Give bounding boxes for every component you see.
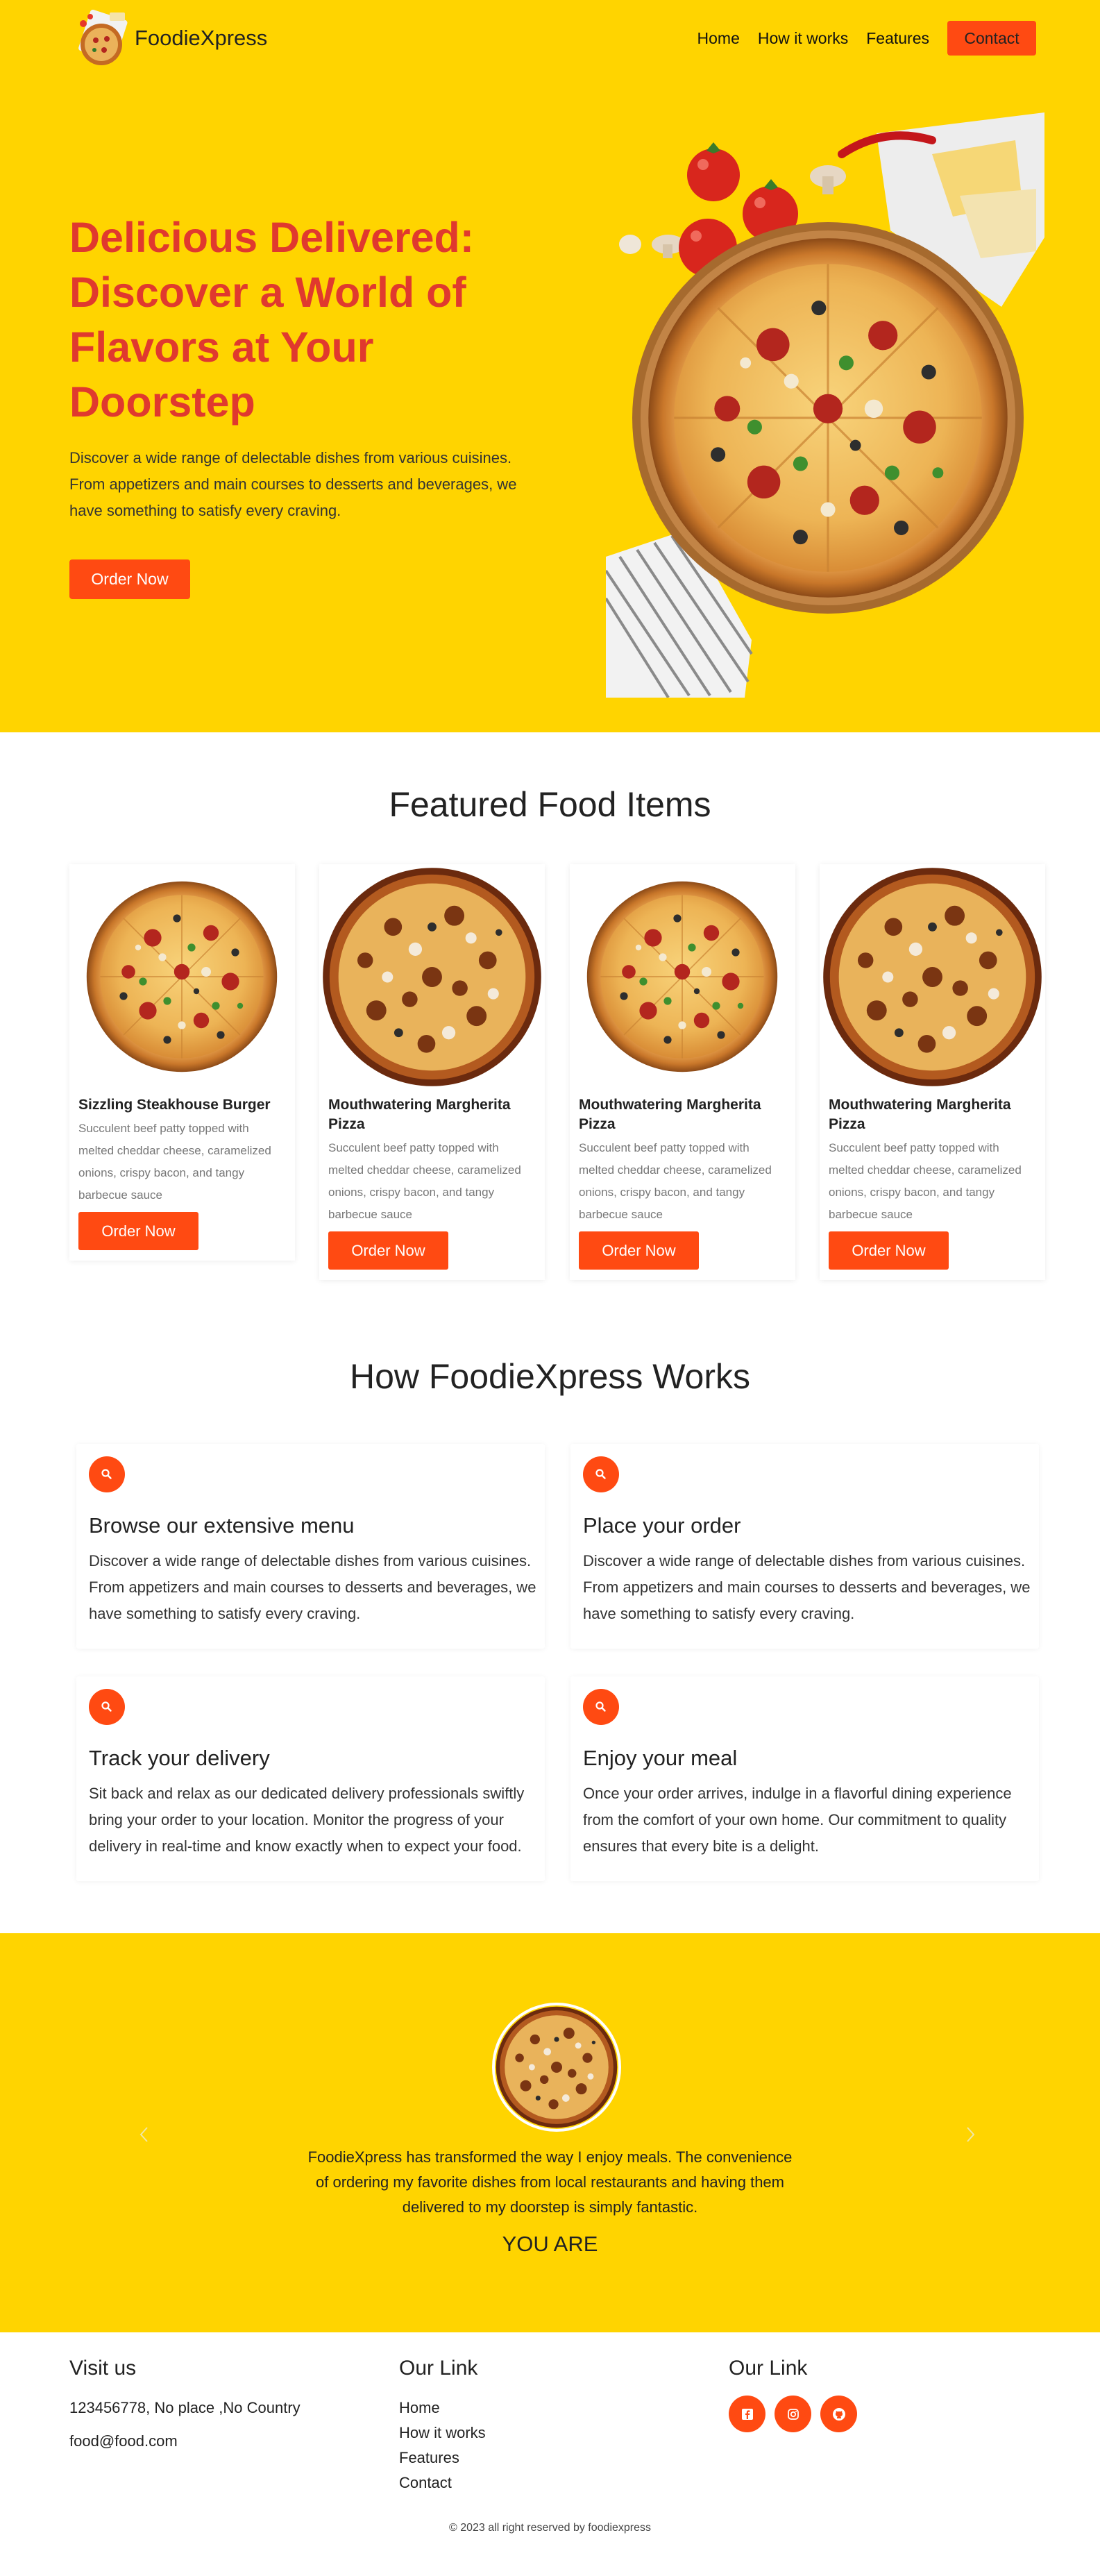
social-links — [729, 2396, 866, 2432]
food-title: Mouthwatering Margherita Pizza — [328, 1097, 511, 1132]
food-card: Sizzling Steakhouse Burger Succulent bee… — [69, 864, 295, 1261]
footer-link-features[interactable]: Features — [399, 2445, 486, 2470]
testimonial-text: FoodieXpress has transformed the way I e… — [307, 2148, 793, 2216]
food-description: Succulent beef patty topped with melted … — [328, 1141, 521, 1221]
footer-link-contact[interactable]: Contact — [399, 2470, 486, 2495]
hero-description: Discover a wide range of delectable dish… — [69, 449, 517, 519]
nav-home[interactable]: Home — [697, 29, 740, 48]
footer-links-title: Our Link — [399, 2357, 478, 2380]
how-it-works-title: How FoodieXpress Works — [349, 1357, 751, 1396]
search-icon — [89, 1456, 125, 1492]
featured-title: Featured Food Items — [389, 785, 711, 824]
food-title: Mouthwatering Margherita Pizza — [579, 1097, 761, 1132]
step-title: Enjoy your meal — [583, 1746, 738, 1770]
logo-icon — [69, 8, 133, 68]
testimonial-section: FoodieXpress has transformed the way I e… — [0, 1933, 1100, 2332]
hero-order-now-button[interactable]: Order Now — [69, 559, 190, 599]
step-title: Browse our extensive menu — [89, 1513, 355, 1538]
brand-name: FoodieXpress — [135, 26, 268, 50]
footer-social: Our Link — [729, 2357, 866, 2432]
pizza-with-ingredients-image — [604, 112, 1044, 699]
food-card: Mouthwatering Margherita Pizza Succulent… — [820, 864, 1045, 1280]
order-now-button[interactable]: Order Now — [579, 1231, 699, 1270]
brand[interactable]: FoodieXpress — [69, 8, 267, 68]
hero-title: Delicious Delivered: Discover a World of… — [69, 214, 475, 426]
carousel-prev-icon[interactable] — [130, 2121, 158, 2148]
step-title: Place your order — [583, 1513, 741, 1538]
food-image — [570, 864, 795, 1090]
food-image — [69, 864, 295, 1090]
step-description: Once your order arrives, indulge in a fl… — [583, 1785, 1012, 1855]
nav-how-it-works[interactable]: How it works — [758, 29, 848, 48]
avatar — [492, 2003, 621, 2132]
footer-visit-title: Visit us — [69, 2357, 137, 2380]
footer-links: Our Link Home How it works Features Cont… — [399, 2357, 486, 2495]
step-card-track: Track your delivery Sit back and relax a… — [76, 1676, 545, 1881]
footer-email: food@food.com — [69, 2432, 178, 2450]
nav-links: Home How it works Features Contact — [697, 21, 1036, 56]
food-title: Sizzling Steakhouse Burger — [78, 1097, 271, 1113]
search-icon — [89, 1689, 125, 1725]
github-icon[interactable] — [820, 2396, 857, 2432]
instagram-icon[interactable] — [775, 2396, 811, 2432]
food-description: Succulent beef patty topped with melted … — [829, 1141, 1022, 1221]
nav-features[interactable]: Features — [866, 29, 929, 48]
step-card-browse: Browse our extensive menu Discover a wid… — [76, 1444, 545, 1649]
step-card-enjoy: Enjoy your meal Once your order arrives,… — [570, 1676, 1039, 1881]
footer-link-how-it-works[interactable]: How it works — [399, 2421, 486, 2445]
facebook-icon[interactable] — [729, 2396, 765, 2432]
footer-address: 123456778, No place ,No Country — [69, 2399, 301, 2416]
step-description: Sit back and relax as our dedicated deli… — [89, 1785, 525, 1855]
featured-cards: Sizzling Steakhouse Burger Succulent bee… — [69, 864, 1045, 1281]
order-now-button[interactable]: Order Now — [328, 1231, 448, 1270]
step-description: Discover a wide range of delectable dish… — [583, 1552, 1031, 1622]
hero-section: FoodieXpress Home How it works Features … — [0, 0, 1100, 732]
order-now-button[interactable]: Order Now — [829, 1231, 949, 1270]
contact-button[interactable]: Contact — [947, 21, 1036, 56]
carousel-next-icon[interactable] — [956, 2121, 984, 2148]
food-image — [319, 864, 545, 1090]
food-description: Succulent beef patty topped with melted … — [579, 1141, 772, 1221]
food-card: Mouthwatering Margherita Pizza Succulent… — [319, 864, 545, 1280]
copyright: © 2023 all right reserved by foodiexpres… — [448, 2522, 652, 2534]
step-card-order: Place your order Discover a wide range o… — [570, 1444, 1039, 1649]
testimonial-author: YOU ARE — [502, 2232, 598, 2256]
food-image — [820, 864, 1045, 1090]
footer-link-home[interactable]: Home — [399, 2396, 486, 2421]
order-now-button[interactable]: Order Now — [78, 1212, 198, 1250]
footer-visit: Visit us 123456778, No place ,No Country… — [69, 2357, 301, 2454]
navbar: FoodieXpress Home How it works Features … — [0, 0, 1100, 76]
step-title: Track your delivery — [89, 1746, 270, 1770]
step-description: Discover a wide range of delectable dish… — [89, 1552, 536, 1622]
food-title: Mouthwatering Margherita Pizza — [829, 1097, 1011, 1132]
footer-social-title: Our Link — [729, 2357, 808, 2380]
search-icon — [583, 1456, 619, 1492]
food-description: Succulent beef patty topped with melted … — [78, 1122, 271, 1202]
search-icon — [583, 1689, 619, 1725]
food-card: Mouthwatering Margherita Pizza Succulent… — [570, 864, 795, 1280]
